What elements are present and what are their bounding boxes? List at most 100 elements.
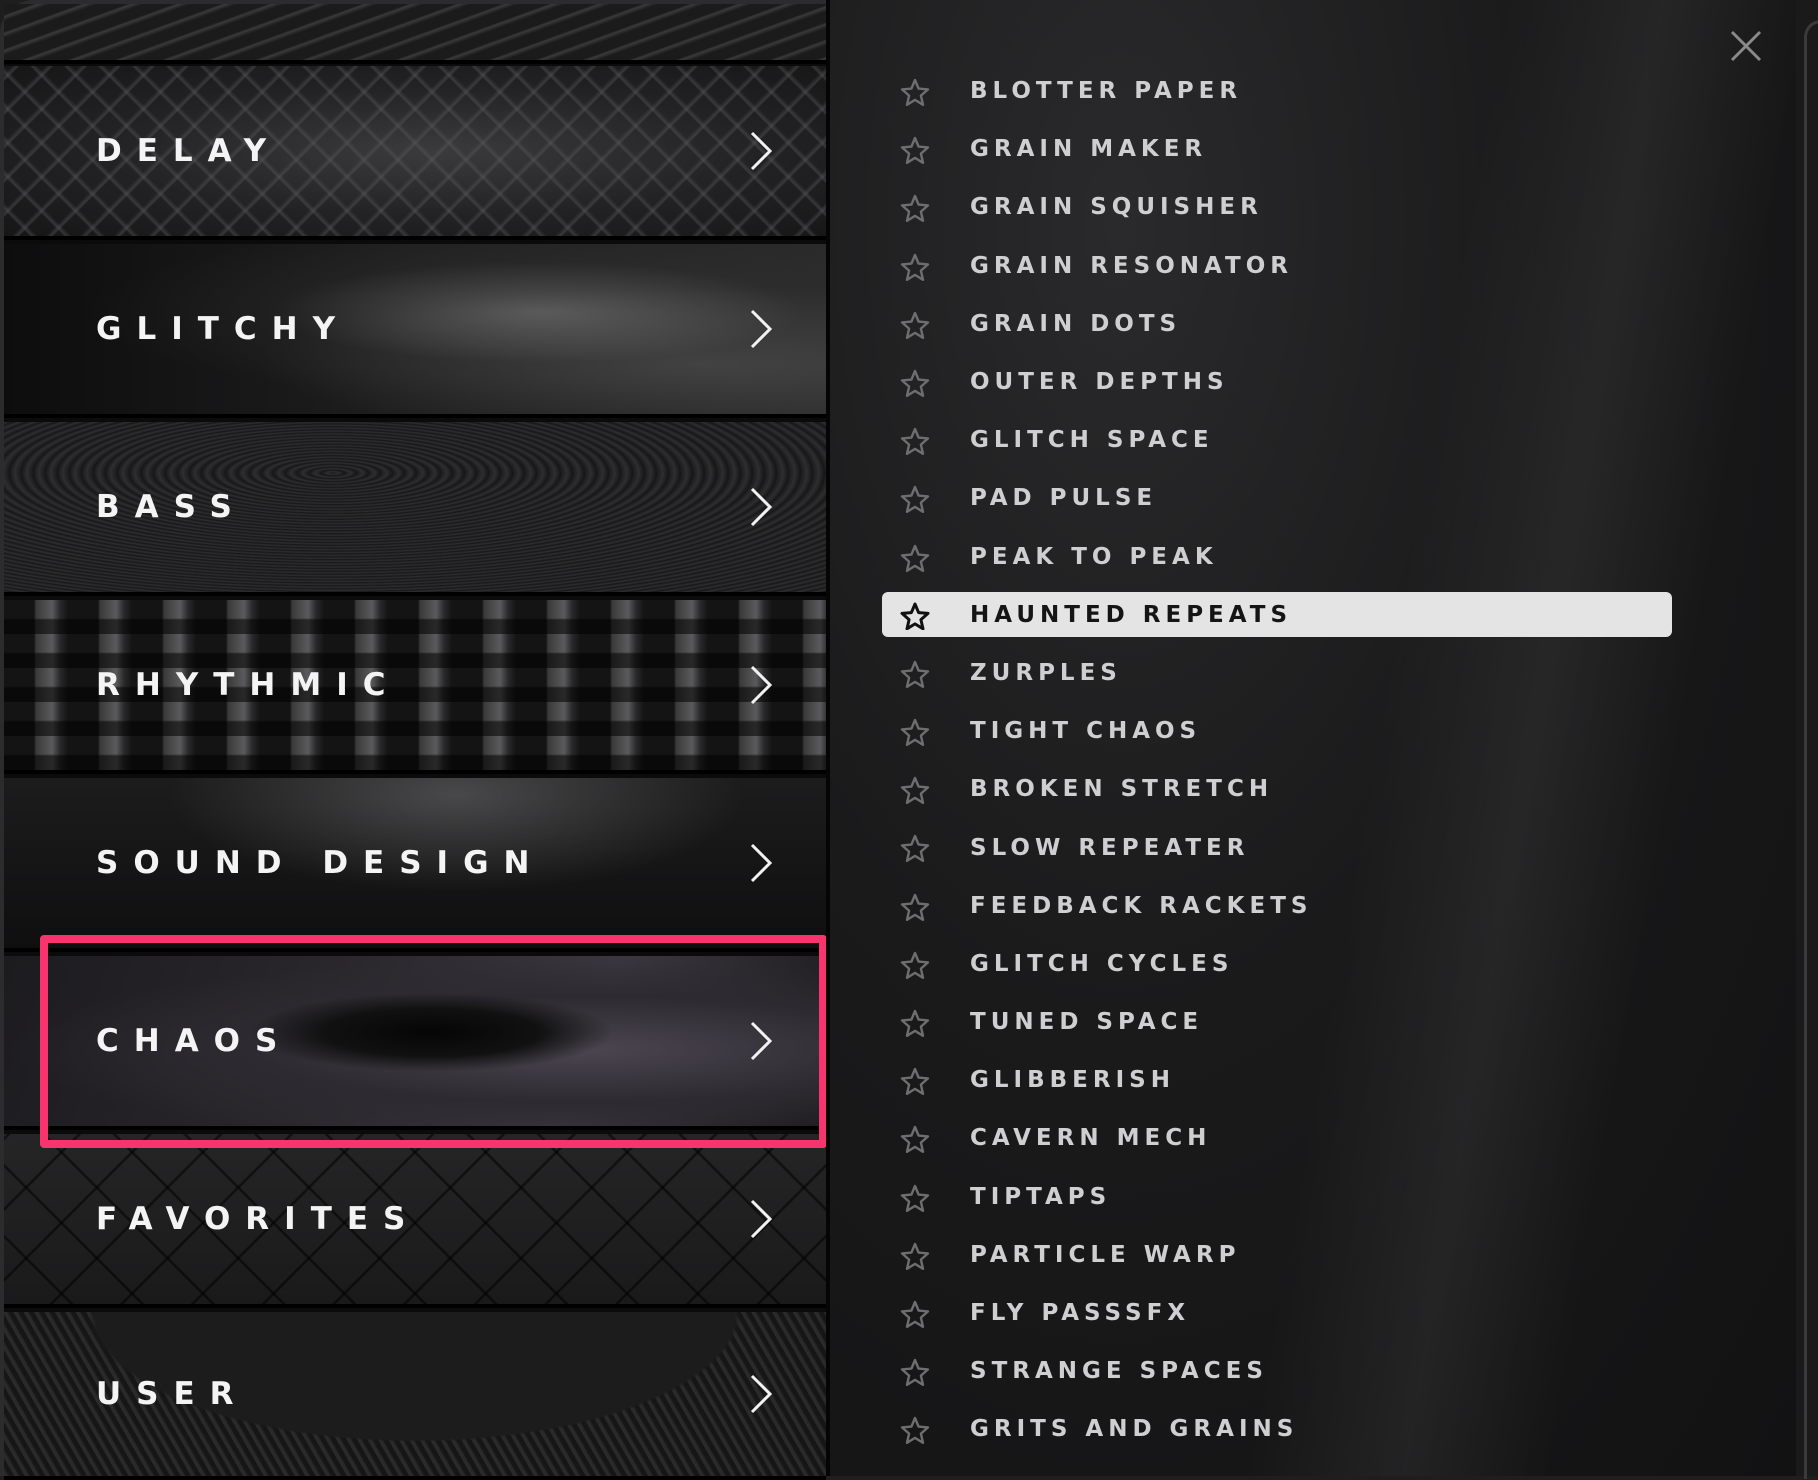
- close-icon[interactable]: [1728, 28, 1764, 64]
- category-label: CHAOS: [96, 1023, 293, 1059]
- chevron-right-icon: [750, 843, 773, 883]
- preset-item[interactable]: CAVERN MECH: [882, 1109, 1672, 1167]
- preset-item[interactable]: TUNED SPACE: [882, 993, 1672, 1051]
- chevron-right-icon: [750, 1021, 773, 1061]
- star-icon[interactable]: [900, 427, 930, 456]
- preset-name: TUNED SPACE: [970, 1009, 1204, 1036]
- star-icon[interactable]: [900, 311, 930, 339]
- preset-name: GRAIN MAKER: [970, 136, 1208, 163]
- star-icon[interactable]: [900, 660, 930, 688]
- category-label: DELAY: [96, 133, 282, 169]
- preset-name: PEAK TO PEAK: [970, 543, 1218, 570]
- preset-name: SLOW REPEATER: [970, 834, 1250, 861]
- chevron-right-icon: [750, 1374, 773, 1414]
- preset-name: CAVERN MECH: [970, 1125, 1212, 1152]
- star-icon[interactable]: [900, 718, 930, 747]
- preset-item[interactable]: GLITCH SPACE: [882, 411, 1672, 469]
- star-icon[interactable]: [900, 1358, 930, 1387]
- star-icon[interactable]: [900, 602, 930, 630]
- category-bass[interactable]: BASS: [4, 422, 826, 596]
- preset-list: BLOTTER PAPER GRAIN MAKER GRAIN SQUISHER GR…: [882, 62, 1672, 1459]
- preset-item[interactable]: GLIBBERISH: [882, 1051, 1672, 1109]
- preset-name: TIPTAPS: [970, 1183, 1112, 1210]
- chevron-right-icon: [750, 131, 773, 171]
- preset-item[interactable]: PAD PULSE: [882, 469, 1672, 527]
- star-icon[interactable]: [900, 834, 930, 863]
- preset-item[interactable]: OUTER DEPTHS: [882, 353, 1672, 411]
- preset-item[interactable]: ZURPLES: [882, 644, 1672, 702]
- preset-name: BROKEN STRETCH: [970, 776, 1274, 803]
- category-rhythmic[interactable]: RHYTHMIC: [4, 600, 826, 774]
- category-label: GLITCHY: [96, 311, 351, 347]
- category-favorites[interactable]: FAVORITES: [4, 1134, 826, 1308]
- chevron-right-icon: [750, 665, 773, 705]
- preset-name: PARTICLE WARP: [970, 1241, 1241, 1268]
- category-panel: DELAY GLITCHY BASS RHYTHMIC SOUND DESIGN…: [4, 4, 826, 1480]
- star-icon[interactable]: [900, 78, 930, 106]
- star-icon[interactable]: [900, 1125, 930, 1154]
- preset-item[interactable]: GRITS AND GRAINS: [882, 1400, 1672, 1458]
- preset-item[interactable]: TIPTAPS: [882, 1168, 1672, 1226]
- preset-name: FLY PASSSFX: [970, 1300, 1191, 1327]
- chevron-right-icon: [750, 1199, 773, 1239]
- preset-item[interactable]: GRAIN DOTS: [882, 295, 1672, 353]
- preset-name: GLIBBERISH: [970, 1067, 1175, 1094]
- category-sound-design[interactable]: SOUND DESIGN: [4, 778, 826, 952]
- preset-name: GLITCH SPACE: [970, 427, 1214, 454]
- category-user[interactable]: USER: [4, 1312, 826, 1480]
- category-label: FAVORITES: [96, 1201, 421, 1237]
- preset-item[interactable]: HAUNTED REPEATS: [882, 586, 1672, 644]
- preset-name: HAUNTED REPEATS: [970, 601, 1293, 628]
- preset-item[interactable]: FLY PASSSFX: [882, 1284, 1672, 1342]
- category-panel-top-strip: [4, 4, 826, 64]
- preset-name: STRANGE SPACES: [970, 1358, 1268, 1385]
- preset-name: GRAIN DOTS: [970, 310, 1182, 337]
- preset-item[interactable]: PARTICLE WARP: [882, 1226, 1672, 1284]
- preset-name: GRAIN SQUISHER: [970, 194, 1263, 221]
- preset-name: GLITCH CYCLES: [970, 950, 1234, 977]
- category-label: SOUND DESIGN: [96, 845, 545, 881]
- chevron-right-icon: [750, 487, 773, 527]
- star-icon[interactable]: [900, 136, 930, 165]
- star-icon[interactable]: [900, 776, 930, 805]
- chevron-right-icon: [750, 309, 773, 349]
- preset-item[interactable]: GRAIN MAKER: [882, 120, 1672, 178]
- category-label: RHYTHMIC: [96, 667, 401, 703]
- star-icon[interactable]: [900, 1184, 930, 1212]
- category-delay[interactable]: DELAY: [4, 66, 826, 240]
- preset-item[interactable]: BROKEN STRETCH: [882, 760, 1672, 818]
- category-glitchy[interactable]: GLITCHY: [4, 244, 826, 418]
- preset-item[interactable]: GRAIN SQUISHER: [882, 178, 1672, 236]
- category-label: BASS: [96, 489, 247, 525]
- category-chaos[interactable]: CHAOS: [4, 956, 826, 1130]
- preset-item[interactable]: TIGHT CHAOS: [882, 702, 1672, 760]
- preset-name: PAD PULSE: [970, 485, 1158, 512]
- star-icon[interactable]: [900, 544, 930, 572]
- star-icon[interactable]: [900, 194, 930, 223]
- preset-name: BLOTTER PAPER: [970, 78, 1243, 105]
- star-icon[interactable]: [900, 1009, 930, 1037]
- star-icon[interactable]: [900, 893, 930, 921]
- star-icon[interactable]: [900, 1416, 930, 1445]
- background-window-edge: [1796, 0, 1818, 1479]
- preset-item[interactable]: FEEDBACK RACKETS: [882, 877, 1672, 935]
- preset-name: OUTER DEPTHS: [970, 369, 1229, 396]
- star-icon[interactable]: [900, 1242, 930, 1270]
- preset-item[interactable]: SLOW REPEATER: [882, 818, 1672, 876]
- preset-name: GRAIN RESONATOR: [970, 252, 1293, 279]
- star-icon[interactable]: [900, 1300, 930, 1328]
- preset-item[interactable]: GLITCH CYCLES: [882, 935, 1672, 993]
- preset-name: TIGHT CHAOS: [970, 718, 1202, 745]
- preset-item[interactable]: PEAK TO PEAK: [882, 528, 1672, 586]
- star-icon[interactable]: [900, 369, 930, 397]
- preset-name: FEEDBACK RACKETS: [970, 892, 1313, 919]
- preset-name: ZURPLES: [970, 659, 1122, 686]
- star-icon[interactable]: [900, 951, 930, 979]
- star-icon[interactable]: [900, 1067, 930, 1096]
- preset-item[interactable]: BLOTTER PAPER: [882, 62, 1672, 120]
- star-icon[interactable]: [900, 253, 930, 281]
- preset-item[interactable]: GRAIN RESONATOR: [882, 237, 1672, 295]
- preset-name: GRITS AND GRAINS: [970, 1416, 1299, 1443]
- star-icon[interactable]: [900, 485, 930, 514]
- preset-item[interactable]: STRANGE SPACES: [882, 1342, 1672, 1400]
